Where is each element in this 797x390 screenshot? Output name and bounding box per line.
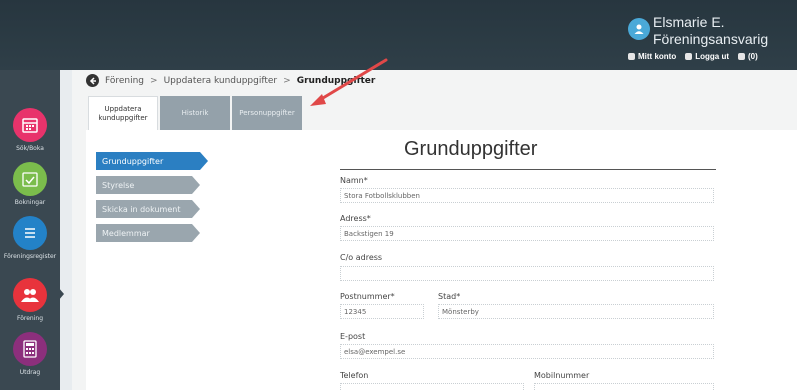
- phone-label: Telefon: [340, 371, 369, 380]
- cart-icon: [738, 53, 745, 60]
- co-address-label: C/o adress: [340, 253, 383, 262]
- email-field[interactable]: elsa@exempel.se: [340, 344, 714, 359]
- cart-link[interactable]: (0): [738, 52, 758, 61]
- user-name: Elsmarie E.: [653, 14, 725, 30]
- breadcrumb-current: Grunduppgifter: [296, 75, 376, 86]
- name-label: Namn*: [340, 176, 368, 185]
- nav-label: Sök/Boka: [16, 145, 44, 152]
- nav-item-association[interactable]: Förening: [0, 278, 60, 322]
- tab-personal-data[interactable]: Personuppgifter: [232, 96, 302, 130]
- user-avatar-icon: [628, 18, 650, 40]
- nav-label: Utdrag: [19, 369, 41, 376]
- left-sidebar: Sök/Boka Bokningar Föreningsregister För…: [0, 70, 64, 390]
- menu-item-send-documents[interactable]: Skicka in dokument: [96, 200, 200, 218]
- form-panel: Grunduppgifter Styrelse Skicka in dokume…: [86, 130, 797, 390]
- breadcrumb-item[interactable]: Förening: [105, 76, 144, 86]
- tab-update-customer[interactable]: Uppdatera kunduppgifter: [88, 96, 158, 130]
- nav-label: Bokningar: [14, 199, 46, 206]
- title-divider: [340, 169, 716, 170]
- list-icon: [13, 216, 47, 250]
- breadcrumb: Förening > Uppdatera kunduppgifter > Gru…: [86, 74, 375, 87]
- main-content: Förening > Uppdatera kunduppgifter > Gru…: [72, 70, 797, 390]
- top-header: Elsmarie E. Föreningsansvarig Mitt konto…: [0, 0, 797, 70]
- gear-icon: [628, 53, 635, 60]
- calendar-icon: [13, 108, 47, 142]
- side-menu: Grunduppgifter Styrelse Skicka in dokume…: [96, 152, 208, 248]
- back-arrow-icon[interactable]: [86, 74, 99, 87]
- name-field[interactable]: Stora Fotbollsklubben: [340, 188, 714, 203]
- logout-icon: [685, 53, 693, 60]
- address-label: Adress*: [340, 214, 371, 223]
- breadcrumb-item[interactable]: Uppdatera kunduppgifter: [164, 76, 278, 86]
- phone-field[interactable]: [340, 383, 524, 390]
- mobile-label: Mobilnummer: [534, 371, 590, 380]
- city-field[interactable]: Mönsterby: [438, 304, 714, 319]
- co-address-field[interactable]: [340, 266, 714, 281]
- user-role: Föreningsansvarig: [653, 31, 769, 47]
- group-icon: [13, 278, 47, 312]
- email-label: E-post: [340, 332, 366, 341]
- user-block: Elsmarie E. Föreningsansvarig Mitt konto…: [628, 14, 793, 64]
- breadcrumb-separator: >: [283, 75, 291, 86]
- form-title: Grunduppgifter: [404, 138, 538, 160]
- breadcrumb-separator: >: [150, 75, 158, 86]
- address-field[interactable]: Backstigen 19: [340, 226, 714, 241]
- tab-bar: Uppdatera kunduppgifter Historik Personu…: [88, 96, 302, 130]
- nav-label: Föreningsregister: [3, 253, 57, 260]
- postcode-field[interactable]: 12345: [340, 304, 424, 319]
- logout-link[interactable]: Logga ut: [685, 52, 729, 61]
- calendar-check-icon: [13, 162, 47, 196]
- nav-item-book[interactable]: Sök/Boka: [0, 108, 60, 152]
- postcode-label: Postnummer*: [340, 292, 395, 301]
- calculator-icon: [13, 332, 47, 366]
- nav-item-register[interactable]: Föreningsregister: [0, 216, 60, 260]
- nav-label: Förening: [16, 315, 43, 322]
- nav-item-statements[interactable]: Utdrag: [0, 332, 60, 376]
- nav-item-bookings[interactable]: Bokningar: [0, 162, 60, 206]
- menu-item-members[interactable]: Medlemmar: [96, 224, 200, 242]
- my-account-link[interactable]: Mitt konto: [628, 52, 676, 61]
- city-label: Stad*: [438, 292, 461, 301]
- menu-item-board[interactable]: Styrelse: [96, 176, 200, 194]
- tab-history[interactable]: Historik: [160, 96, 230, 130]
- active-indicator: [52, 280, 64, 308]
- menu-item-basic-info[interactable]: Grunduppgifter: [96, 152, 208, 170]
- mobile-field[interactable]: [534, 383, 714, 390]
